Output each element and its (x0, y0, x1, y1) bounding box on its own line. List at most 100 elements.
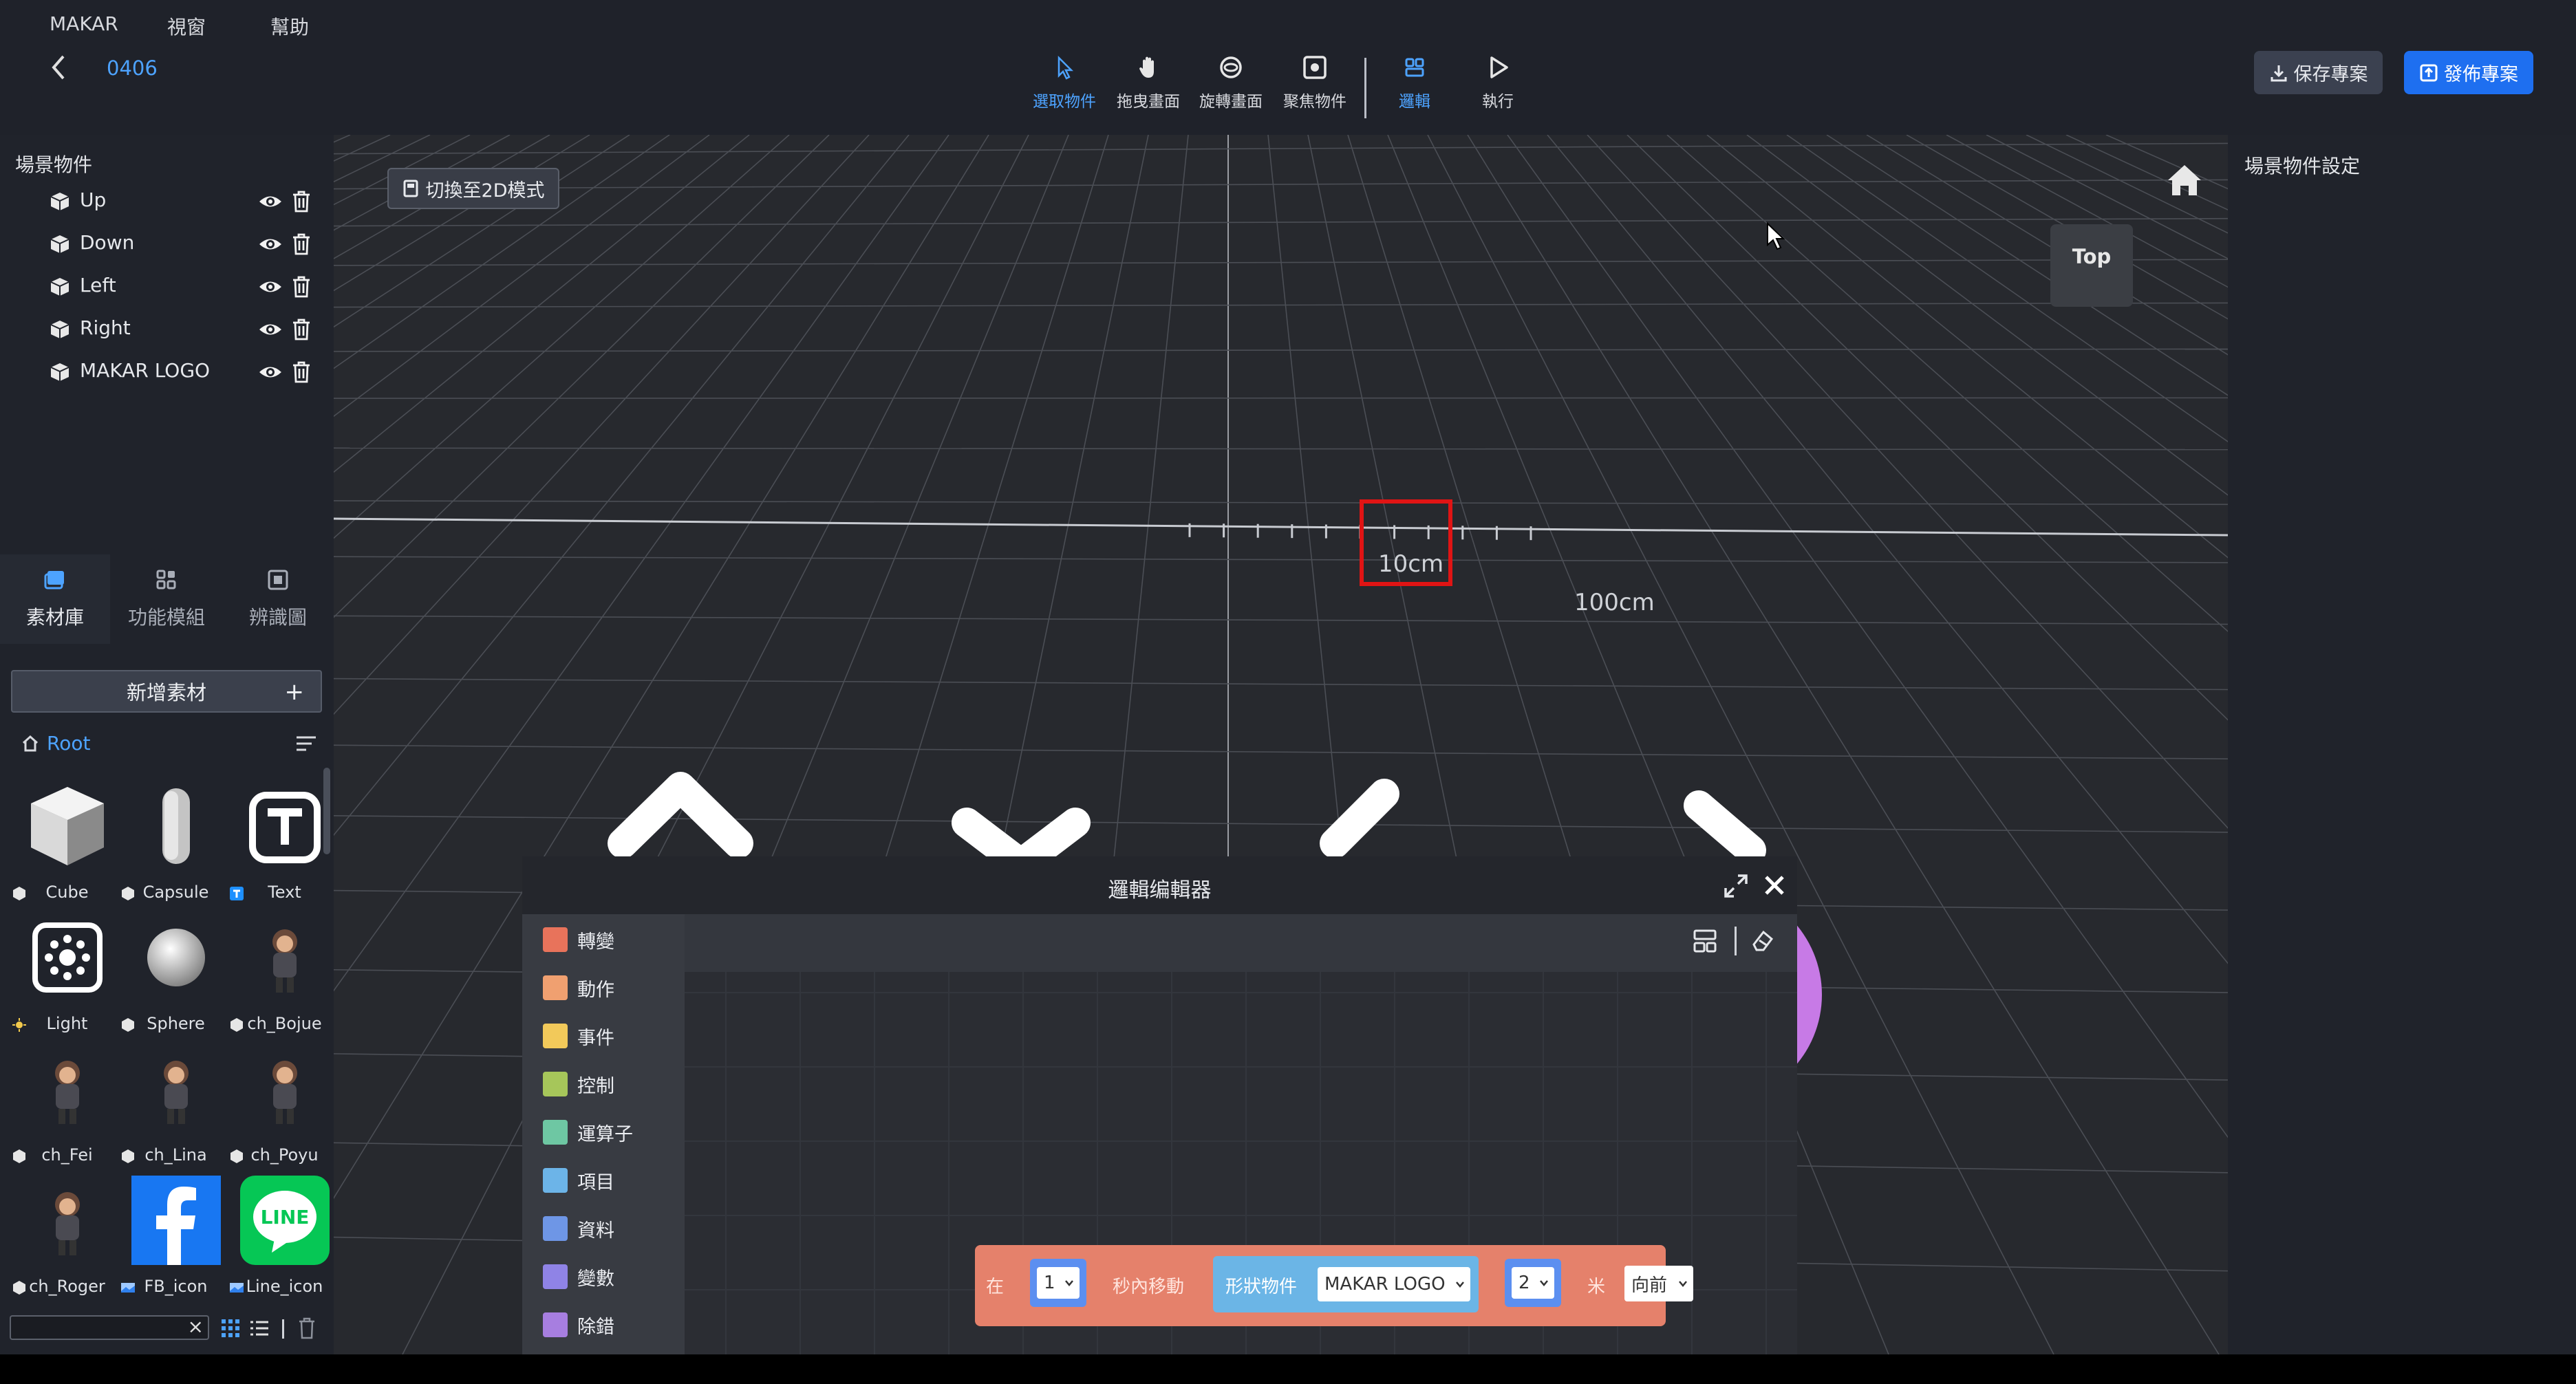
trash-icon[interactable] (292, 275, 311, 299)
category-swatch (543, 1264, 568, 1289)
category-item[interactable]: 資料 (543, 1211, 614, 1246)
breadcrumb-root[interactable]: Root (21, 732, 90, 755)
tab-asset-library[interactable]: 素材庫 (0, 554, 110, 644)
asset-item[interactable]: Capsule (122, 778, 229, 909)
character-icon (128, 1041, 224, 1137)
add-asset-button[interactable]: 新增素材 + (11, 670, 322, 713)
direction-dropdown[interactable]: 向前 (1624, 1266, 1693, 1301)
eye-icon[interactable] (258, 234, 283, 255)
asset-item[interactable]: ch_Roger (13, 1172, 120, 1303)
scene-object-row[interactable]: Left (50, 272, 325, 300)
asset-item[interactable]: Text (230, 778, 338, 909)
bottom-strip (0, 1354, 2576, 1384)
tab-function-modules[interactable]: 功能模組 (111, 554, 222, 644)
line-icon: LINE (237, 1172, 333, 1268)
eye-icon[interactable] (258, 362, 283, 382)
shape-object-dropdown[interactable]: MAKAR LOGO (1318, 1267, 1470, 1301)
category-swatch (543, 927, 568, 952)
category-item[interactable]: 控制 (543, 1067, 614, 1101)
eye-icon[interactable] (258, 277, 283, 297)
trash-icon[interactable] (297, 1317, 316, 1340)
expand-icon[interactable] (1723, 873, 1749, 899)
tool-rotate[interactable]: 旋轉畫面 (1186, 54, 1276, 111)
chevron-down-icon (1540, 1280, 1548, 1286)
eraser-icon[interactable] (1750, 928, 1776, 954)
distance-dropdown[interactable]: 2 (1505, 1259, 1561, 1307)
publish-project-button[interactable]: 發佈專案 (2404, 51, 2533, 94)
scene-object-row[interactable]: MAKAR LOGO (50, 358, 325, 385)
category-item[interactable]: 事件 (543, 1019, 614, 1053)
asset-item[interactable]: Sphere (122, 909, 229, 1040)
save-project-button[interactable]: 保存專案 (2254, 51, 2383, 94)
seconds-dropdown[interactable]: 1 (1030, 1259, 1086, 1307)
asset-item[interactable]: LINE Line_icon (230, 1172, 338, 1303)
scene-object-label: Down (80, 231, 135, 254)
scene-object-row[interactable]: Right (50, 315, 325, 343)
cube-icon (50, 193, 69, 210)
logic-workspace[interactable]: 在 1 秒內移動 形狀物件 MAKAR LOGO 2 米 向前 (685, 972, 1797, 1354)
menu-window[interactable]: 視窗 (167, 12, 206, 40)
asset-item[interactable]: ch_Fei (13, 1041, 120, 1171)
menu-makar[interactable]: MAKAR (50, 12, 118, 35)
asset-name: Text (268, 883, 301, 902)
asset-name: ch_Poyu (250, 1145, 319, 1165)
asset-item[interactable]: ch_Bojue (230, 909, 338, 1040)
asset-item[interactable]: Light (12, 909, 120, 1040)
asset-item[interactable]: ch_Lina (122, 1041, 229, 1171)
category-swatch (543, 1312, 568, 1337)
move-block[interactable]: 在 1 秒內移動 形狀物件 MAKAR LOGO 2 米 向前 (975, 1245, 1693, 1326)
asset-search-input[interactable]: × (10, 1315, 209, 1340)
add-asset-label: 新增素材 (126, 681, 206, 704)
tool-select[interactable]: 選取物件 (1020, 54, 1109, 111)
scene-object-label: Up (80, 188, 107, 211)
asset-item[interactable]: ch_Poyu (230, 1041, 338, 1171)
scene-object-row[interactable]: Up (50, 187, 325, 215)
focus-icon (1303, 56, 1327, 79)
category-item[interactable]: 項目 (543, 1163, 614, 1198)
tool-label: 邏輯 (1399, 93, 1430, 111)
category-item[interactable]: 動作 (543, 971, 614, 1005)
model-type-icon (13, 887, 25, 900)
menu-help[interactable]: 幫助 (270, 12, 309, 40)
clear-search-icon[interactable]: × (188, 1315, 204, 1338)
grid-view-icon[interactable] (220, 1318, 241, 1339)
distance-value: 2 (1518, 1273, 1530, 1293)
seconds-value: 1 (1044, 1273, 1055, 1293)
asset-item[interactable]: Cube (13, 778, 120, 909)
eye-icon[interactable] (258, 191, 283, 212)
category-item[interactable]: 運算子 (543, 1115, 633, 1149)
trash-icon[interactable] (292, 318, 311, 341)
trash-icon[interactable] (292, 360, 311, 384)
scene-object-row[interactable]: Down (50, 230, 325, 257)
direction-value: 向前 (1631, 1275, 1668, 1296)
asset-item[interactable]: FB_icon (121, 1172, 229, 1303)
category-label: 運算子 (577, 1123, 633, 1145)
asset-tabs: 素材庫 功能模組 辨識圖 (0, 554, 334, 644)
category-swatch (543, 1120, 568, 1145)
tool-focus[interactable]: 聚焦物件 (1270, 54, 1360, 111)
workspace-toolbar (685, 914, 1797, 972)
category-item[interactable]: 除錯 (543, 1308, 614, 1342)
tool-logic[interactable]: 邏輯 (1370, 54, 1459, 111)
shape-object-block[interactable]: 形狀物件 MAKAR LOGO (1213, 1256, 1479, 1312)
category-item[interactable]: 轉變 (543, 922, 614, 957)
sort-icon[interactable] (294, 733, 318, 754)
category-label: 變數 (577, 1268, 614, 1290)
list-view-icon[interactable] (249, 1318, 270, 1339)
category-swatch (543, 975, 568, 1000)
asset-name: ch_Lina (144, 1145, 207, 1165)
tab-target-images[interactable]: 辨識圖 (223, 554, 333, 644)
tool-label: 聚焦物件 (1283, 93, 1346, 111)
trash-icon[interactable] (292, 233, 311, 256)
category-swatch (543, 1024, 568, 1048)
category-item[interactable]: 變數 (543, 1259, 614, 1294)
tool-run[interactable]: 執行 (1453, 54, 1543, 111)
trash-icon[interactable] (292, 190, 311, 213)
layout-icon[interactable] (1692, 928, 1718, 954)
eye-icon[interactable] (258, 319, 283, 340)
tool-pan[interactable]: 拖曳畫面 (1104, 54, 1193, 111)
back-arrow-icon[interactable] (48, 54, 69, 81)
tool-label: 拖曳畫面 (1117, 93, 1180, 111)
scene-object-label: MAKAR LOGO (80, 359, 211, 382)
close-icon[interactable] (1761, 872, 1788, 899)
